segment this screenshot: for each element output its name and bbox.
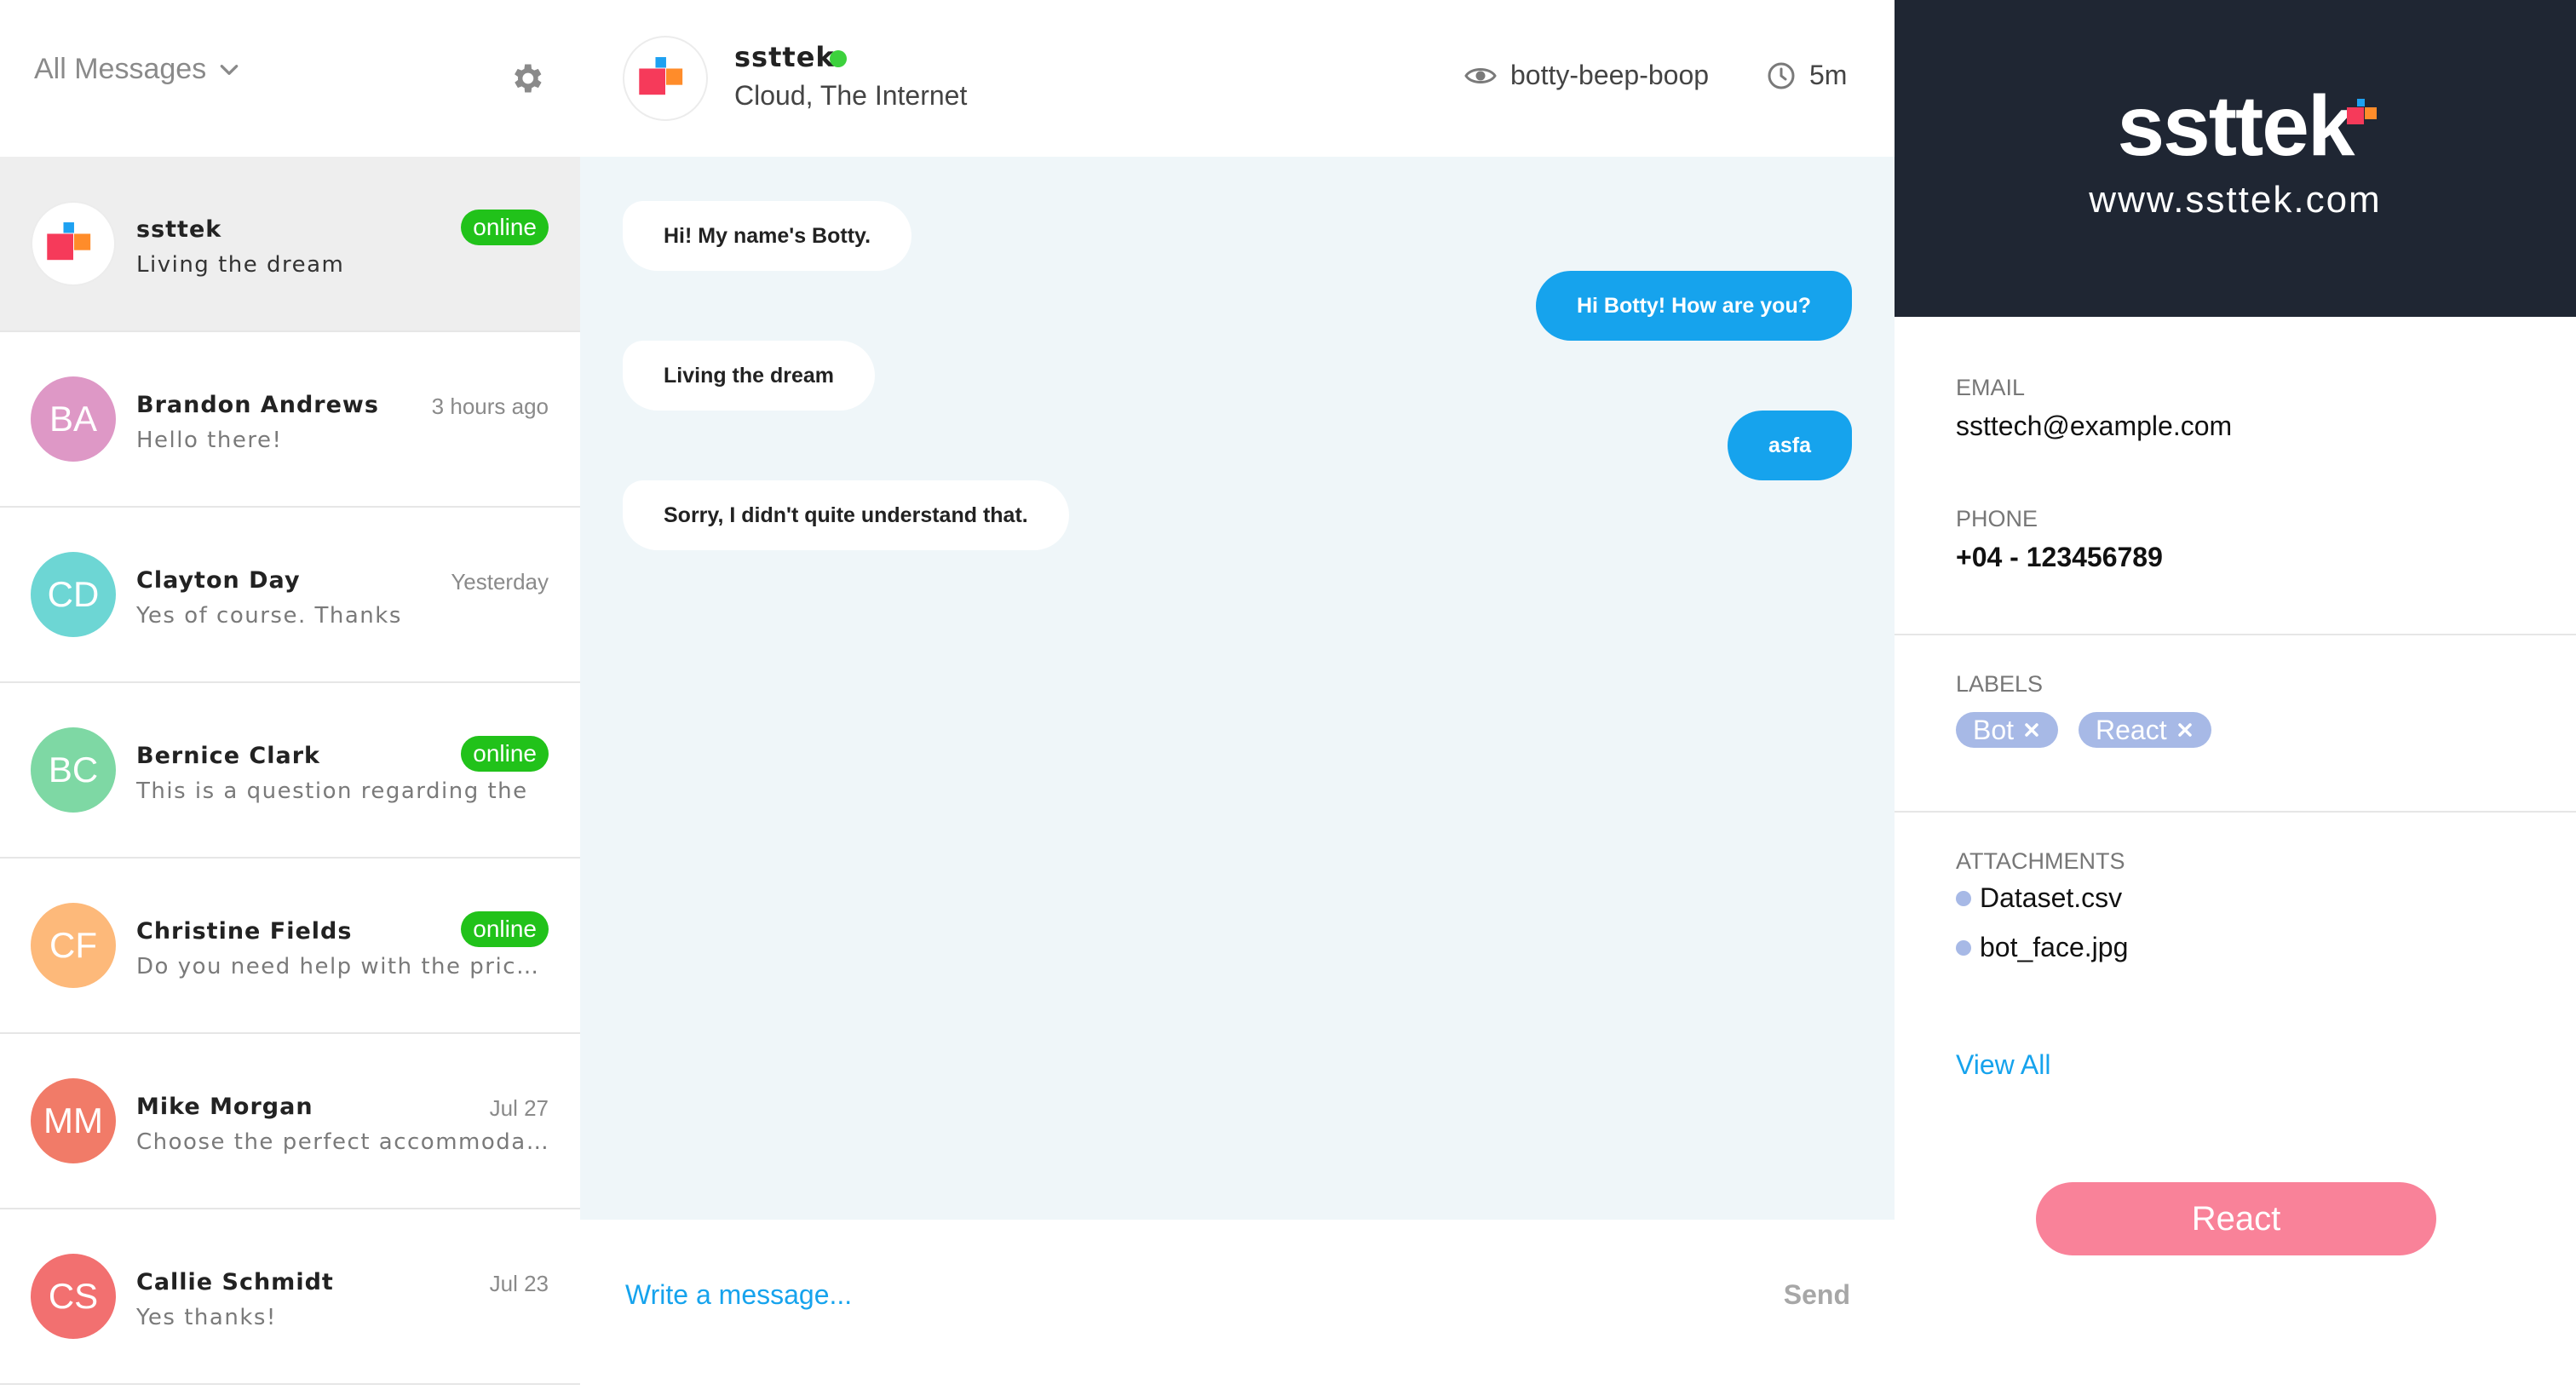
chat-area: ssttek Cloud, The Internet botty-beep-bo… — [580, 0, 1895, 1390]
conversation-name: Callie Schmidt — [136, 1269, 334, 1295]
brand-logo-squares-icon — [2347, 99, 2377, 124]
ssttek-logo-icon — [47, 222, 91, 261]
avatar: CS — [31, 1254, 116, 1339]
chat-header: ssttek Cloud, The Internet botty-beep-bo… — [580, 0, 1895, 157]
labels-section: LABELS Bot React — [1895, 635, 2576, 813]
conversation-item-clayton-day[interactable]: CD Clayton Day Yesterday Yes of course. … — [0, 508, 580, 683]
chat-contact-name: ssttek — [734, 41, 835, 73]
conversation-item-christine-fields[interactable]: CF Christine Fields online Do you need h… — [0, 859, 580, 1034]
label-tag-react: React — [2079, 712, 2211, 748]
conversation-list: ssttek online Living the dream BA Brando… — [0, 157, 580, 1385]
ssttek-logo-avatar — [31, 201, 116, 286]
online-badge: online — [461, 210, 549, 245]
brand-url: www.ssttek.com — [2089, 179, 2382, 221]
avatar: CD — [31, 552, 116, 637]
avatar: MM — [31, 1078, 116, 1163]
conversation-time: Jul 27 — [489, 1095, 549, 1121]
conversation-time: Yesterday — [451, 569, 549, 594]
attachment-name: bot_face.jpg — [1980, 932, 2129, 962]
chat-timer: 5m — [1767, 60, 1847, 91]
phone-value: +04 - 123456789 — [1956, 542, 2163, 572]
conversation-preview: This is a question regarding the — [136, 778, 528, 804]
incoming-message: Hi! My name's Botty. — [623, 201, 912, 271]
conversation-item-ssttek[interactable]: ssttek online Living the dream — [0, 157, 580, 332]
close-icon[interactable] — [2022, 721, 2041, 739]
online-status-dot — [830, 50, 847, 67]
avatar: CF — [31, 903, 116, 988]
conversation-preview: Living the dream — [136, 252, 345, 278]
attachments-section: ATTACHMENTS Dataset.csv bot_face.jpg — [1895, 813, 2576, 1068]
brand-header: ssttek www.ssttek.com — [1895, 0, 2576, 317]
outgoing-message: asfa — [1727, 411, 1852, 480]
gear-icon[interactable] — [508, 60, 545, 97]
send-button[interactable]: Send — [1784, 1279, 1850, 1311]
label-tag-text: Bot — [1973, 715, 2015, 745]
conversation-name: Christine Fields — [136, 918, 353, 945]
incoming-message: Living the dream — [623, 341, 876, 411]
brand-logo-text: ssttek — [2117, 78, 2355, 174]
chat-timer-value: 5m — [1809, 60, 1848, 90]
contact-details-panel: ssttek www.ssttek.com EMAIL ssttech@exam… — [1895, 0, 2576, 1390]
ssttek-logo-icon — [639, 57, 683, 95]
bullet-icon — [1956, 939, 1971, 956]
avatar: BC — [31, 727, 116, 813]
attachment-name: Dataset.csv — [1980, 882, 2123, 913]
conversation-item-bernice-clark[interactable]: BC Bernice Clark online This is a questi… — [0, 683, 580, 859]
conversation-preview: Hello there! — [136, 428, 283, 453]
label-tag-bot: Bot — [1956, 712, 2059, 748]
message-filter-dropdown[interactable]: All Messages — [34, 53, 240, 86]
avatar: BA — [31, 376, 116, 462]
clock-icon — [1768, 62, 1795, 89]
conversation-item-mike-morgan[interactable]: MM Mike Morgan Jul 27 Choose the perfect… — [0, 1034, 580, 1209]
email-value: ssttech@example.com — [1956, 411, 2233, 441]
message-composer: Send — [580, 1220, 1895, 1390]
incoming-message: Sorry, I didn't quite understand that. — [623, 480, 1069, 550]
view-all-link[interactable]: View All — [1956, 1049, 2050, 1081]
conversation-name: Clayton Day — [136, 567, 301, 594]
react-button[interactable]: React — [2036, 1182, 2436, 1255]
conversation-item-callie-schmidt[interactable]: CS Callie Schmidt Jul 23 Yes thanks! — [0, 1209, 580, 1385]
conversation-name: Bernice Clark — [136, 743, 320, 769]
chat-contact-location: Cloud, The Internet — [734, 80, 968, 111]
watcher-name: botty-beep-boop — [1510, 60, 1710, 90]
chevron-down-icon — [220, 64, 239, 75]
conversation-name: Brandon Andrews — [136, 392, 379, 418]
ssttek-logo-avatar — [623, 36, 708, 121]
conversation-preview: Do you need help with the price? Do you … — [136, 954, 549, 979]
bullet-icon — [1956, 890, 1971, 906]
conversation-name: ssttek — [136, 216, 222, 243]
conversation-preview: Choose the perfect accommodation for you… — [136, 1129, 549, 1155]
phone-label: PHONE — [1956, 506, 2038, 531]
message-input[interactable] — [625, 1269, 1562, 1320]
sidebar-header: All Messages — [0, 0, 580, 157]
outgoing-message: Hi Botty! How are you? — [1535, 271, 1852, 341]
watcher-indicator: botty-beep-boop — [1464, 60, 1709, 91]
contact-info-section: EMAIL ssttech@example.com PHONE +04 - 12… — [1895, 317, 2576, 635]
message-thread: Hi! My name's Botty. Hi Botty! How are y… — [580, 157, 1895, 1220]
message-filter-label: All Messages — [34, 53, 207, 85]
attachment-item[interactable]: Dataset.csv — [1956, 882, 2122, 914]
conversation-time: Jul 23 — [489, 1271, 549, 1296]
label-tag-text: React — [2096, 715, 2167, 745]
email-label: EMAIL — [1956, 375, 2026, 400]
attachments-label: ATTACHMENTS — [1956, 848, 2125, 874]
conversation-preview: Yes of course. Thanks — [136, 603, 402, 629]
online-badge: online — [461, 736, 549, 772]
conversation-preview: Yes thanks! — [136, 1305, 277, 1330]
conversation-sidebar: All Messages ssttek online Living the dr… — [0, 0, 580, 1390]
eye-icon — [1464, 67, 1497, 83]
attachment-item[interactable]: bot_face.jpg — [1956, 932, 2128, 963]
labels-label: LABELS — [1956, 671, 2044, 697]
online-badge: online — [461, 911, 549, 947]
conversation-name: Mike Morgan — [136, 1094, 313, 1120]
conversation-item-brandon-andrews[interactable]: BA Brandon Andrews 3 hours ago Hello the… — [0, 332, 580, 508]
close-icon[interactable] — [2176, 721, 2194, 739]
conversation-time: 3 hours ago — [431, 393, 549, 419]
